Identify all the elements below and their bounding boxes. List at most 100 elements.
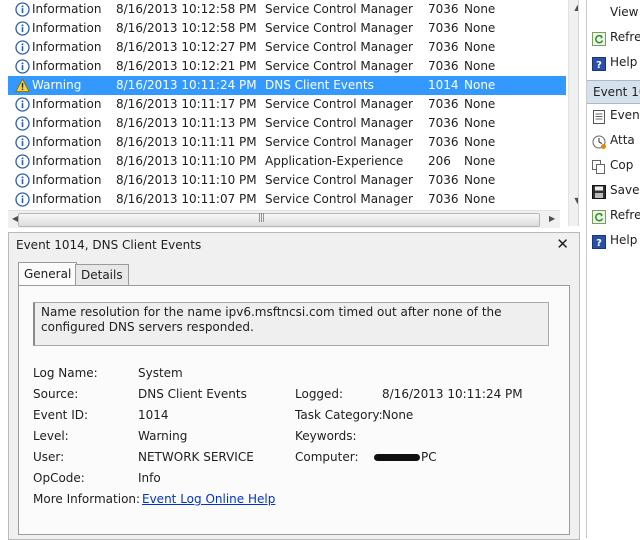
event-id-cell: 7036: [428, 173, 459, 187]
logged-value: 8/16/2013 10:11:24 PM: [382, 387, 523, 401]
event-row[interactable]: Information 8/16/2013 10:12:27 PM Service …: [8, 38, 566, 57]
action-item[interactable]: Cop: [592, 154, 633, 176]
event-id-cell: 7036: [428, 116, 459, 130]
computer-label: Computer:: [295, 450, 359, 464]
event-row[interactable]: Information 8/16/2013 10:11:13 PM Service …: [8, 114, 566, 133]
horizontal-scroll-thumb[interactable]: [18, 213, 540, 227]
vertical-scrollbar[interactable]: ▲ ▼: [568, 0, 578, 226]
date-cell: 8/16/2013 10:11:11 PM: [116, 135, 257, 149]
info-icon: [15, 154, 30, 169]
more-info-label: More Information:: [33, 492, 141, 506]
event-row[interactable]: Warning 8/16/2013 10:11:24 PM DNS Client E…: [8, 76, 566, 95]
level-cell: Warning: [32, 78, 82, 92]
blank-icon: [592, 6, 606, 20]
task-cell: None: [464, 192, 496, 206]
action-label: Even: [610, 108, 640, 122]
svg-text:?: ?: [596, 60, 602, 71]
redaction-mark: [374, 454, 420, 461]
actions-section-header[interactable]: Event 101: [587, 80, 640, 104]
log-name-label: Log Name:: [33, 366, 98, 380]
horizontal-scrollbar[interactable]: ◀ ||| ▶: [8, 210, 560, 228]
event-properties-icon: [592, 109, 606, 124]
action-label: View: [610, 5, 639, 19]
scroll-right-arrow-icon[interactable]: ▶: [549, 214, 555, 223]
info-icon: [15, 2, 30, 17]
action-label: Atta: [610, 133, 635, 147]
source-cell: Service Control Manager: [265, 173, 413, 187]
level-cell: Information: [32, 59, 102, 73]
action-item[interactable]: Refre: [592, 204, 640, 226]
date-cell: 8/16/2013 10:12:58 PM: [116, 2, 257, 16]
help-icon: ?: [592, 56, 606, 71]
event-id-cell: 1014: [428, 78, 459, 92]
user-value: NETWORK SERVICE: [138, 450, 254, 464]
svg-text:?: ?: [596, 238, 602, 249]
detail-title: Event 1014, DNS Client Events: [16, 238, 202, 252]
tab-details[interactable]: Details: [75, 264, 129, 285]
event-row[interactable]: Information 8/16/2013 10:11:10 PM Service …: [8, 171, 566, 190]
level-cell: Information: [32, 40, 102, 54]
event-row[interactable]: Information 8/16/2013 10:11:17 PM Service …: [8, 95, 566, 114]
opcode-value: Info: [138, 471, 161, 485]
source-cell: DNS Client Events: [265, 78, 374, 92]
logged-label: Logged:: [295, 387, 344, 401]
scroll-down-arrow-icon[interactable]: ▼: [573, 196, 578, 205]
log-name-value: System: [138, 366, 183, 380]
event-row[interactable]: Information 8/16/2013 10:11:11 PM Service …: [8, 133, 566, 152]
action-label: Help: [610, 233, 638, 247]
event-message[interactable]: Name resolution for the name ipv6.msftnc…: [33, 302, 549, 346]
action-item[interactable]: Save: [592, 179, 639, 201]
date-cell: 8/16/2013 10:11:07 PM: [116, 192, 257, 206]
help-icon: ?: [592, 234, 606, 249]
action-item[interactable]: ? Help: [592, 51, 637, 73]
close-icon[interactable]: ✕: [556, 235, 569, 253]
date-cell: 8/16/2013 10:11:10 PM: [116, 154, 257, 168]
scroll-up-arrow-icon[interactable]: ▲: [573, 3, 578, 12]
event-id-cell: 7036: [428, 2, 459, 16]
task-cell: None: [464, 173, 496, 187]
event-id-cell: 7036: [428, 21, 459, 35]
event-row[interactable]: Information 8/16/2013 10:12:58 PM Service …: [8, 19, 566, 38]
event-list[interactable]: Information 8/16/2013 10:12:58 PM Service …: [8, 0, 579, 226]
event-row[interactable]: Information 8/16/2013 10:12:58 PM Service …: [8, 0, 566, 19]
event-id-cell: 7036: [428, 135, 459, 149]
task-category-value: None: [382, 408, 414, 422]
action-label: Cop: [610, 158, 634, 172]
info-icon: [15, 21, 30, 36]
event-id-cell: 7036: [428, 97, 459, 111]
action-label: Refre: [610, 208, 640, 222]
level-cell: Information: [32, 135, 102, 149]
event-row[interactable]: Information 8/16/2013 10:11:10 PM Applicat…: [8, 152, 566, 171]
event-id-cell: 7036: [428, 192, 459, 206]
action-item[interactable]: ? Help: [592, 229, 637, 251]
action-label: Refre: [610, 30, 640, 44]
action-item[interactable]: Refre: [592, 26, 640, 48]
level-cell: Information: [32, 97, 102, 111]
computer-suffix: PC: [421, 450, 437, 464]
warning-icon: [15, 78, 30, 93]
task-cell: None: [464, 40, 496, 54]
event-id-label: Event ID:: [33, 408, 89, 422]
event-row[interactable]: Information 8/16/2013 10:11:07 PM Service …: [8, 190, 566, 209]
source-value: DNS Client Events: [138, 387, 247, 401]
general-tab-body: Name resolution for the name ipv6.msftnc…: [18, 285, 570, 535]
action-item[interactable]: View: [592, 1, 638, 23]
action-item[interactable]: Even: [592, 104, 640, 126]
source-cell: Service Control Manager: [265, 21, 413, 35]
task-category-label: Task Category:: [295, 408, 383, 422]
info-icon: [15, 116, 30, 131]
date-cell: 8/16/2013 10:11:17 PM: [116, 97, 257, 111]
task-cell: None: [464, 116, 496, 130]
task-cell: None: [464, 135, 496, 149]
keywords-label: Keywords:: [295, 429, 357, 443]
action-item[interactable]: Atta: [592, 129, 635, 151]
task-cell: None: [464, 97, 496, 111]
event-row[interactable]: Information 8/16/2013 10:12:21 PM Service …: [8, 57, 566, 76]
event-log-online-help-link[interactable]: Event Log Online Help: [142, 492, 275, 506]
event-id-value: 1014: [138, 408, 169, 422]
level-label: Level:: [33, 429, 69, 443]
tab-general[interactable]: General: [18, 262, 78, 285]
source-label: Source:: [33, 387, 79, 401]
task-cell: None: [464, 78, 496, 92]
task-cell: None: [464, 154, 496, 168]
